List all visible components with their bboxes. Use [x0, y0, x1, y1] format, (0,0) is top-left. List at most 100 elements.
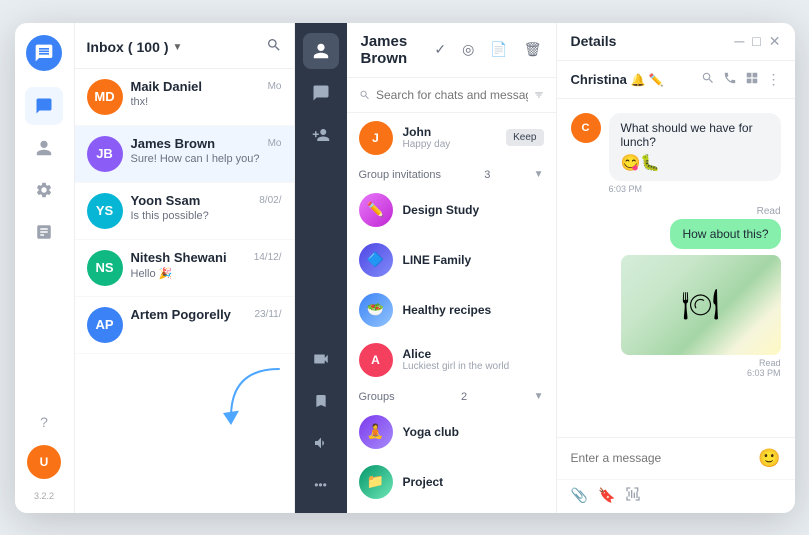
contact-name: Healthy recipes [403, 303, 544, 317]
message-bubble: What should we have for lunch? 😋🐛 [609, 113, 781, 181]
contact-project[interactable]: 📁 Project [347, 457, 556, 507]
avatar: 🔷 [359, 243, 393, 277]
avatar: AP [87, 307, 123, 343]
groups-section: Groups 2 ▼ [347, 385, 556, 407]
user-avatar[interactable]: U [27, 445, 61, 479]
chat-header: Christina 🔔 ✏️ [557, 61, 795, 99]
contact-name: LINE Family [403, 253, 544, 267]
contact-name: Yoga club [403, 425, 544, 439]
contacts-search-bar[interactable] [347, 78, 556, 113]
filter-icon [534, 89, 544, 101]
nav-chat-icon[interactable] [25, 87, 63, 125]
nav-stats-icon[interactable] [25, 213, 63, 251]
groups-chevron[interactable]: ▼ [534, 391, 544, 402]
cs-person-icon[interactable] [303, 33, 339, 69]
group-invitations-count: 3 [484, 169, 490, 181]
app-container: ? U 3.2.2 Inbox (100) ▼ MD Maik Daniel [15, 23, 795, 513]
message-outgoing: Read How about this? Read 6:03 PM [571, 206, 781, 378]
group-invitations-label: Group invitations [359, 169, 442, 181]
contact-line-family[interactable]: 🔷 LINE Family [347, 235, 556, 285]
details-header: Details ─ □ ✕ [557, 23, 795, 61]
keep-button[interactable]: Keep [506, 129, 543, 146]
contact-design-study[interactable]: ✏️ Design Study [347, 185, 556, 235]
avatar: 📁 [359, 465, 393, 499]
contacts-sidebar: ••• [295, 23, 347, 513]
bookmark-footer-icon[interactable]: 🔖 [598, 487, 615, 504]
inbox-search-button[interactable] [266, 37, 282, 58]
cs-add-person-icon[interactable] [303, 117, 339, 153]
cs-more-icon[interactable]: ••• [303, 467, 339, 503]
avatar: J [359, 121, 393, 155]
close-icon[interactable]: ✕ [769, 33, 781, 50]
conversation-james-brown[interactable]: JB James Brown Mo Sure! How can I help y… [75, 126, 294, 183]
contacts-search-input[interactable] [376, 88, 528, 102]
nav-settings-icon[interactable] [25, 171, 63, 209]
conv-name: Artem Pogorelly [131, 307, 231, 322]
conv-preview: Is this possible? [131, 210, 282, 222]
conv-preview: Sure! How can I help you? [131, 153, 282, 165]
inbox-header: Inbox (100) ▼ [75, 23, 294, 69]
nav-contacts-icon[interactable] [25, 129, 63, 167]
group-invitations-chevron[interactable]: ▼ [534, 169, 544, 180]
avatar: A [359, 343, 393, 377]
avatar: NS [87, 250, 123, 286]
james-brown-header: James Brown ✓ ◎ 📄 🗑 [347, 23, 556, 78]
inbox-title[interactable]: Inbox (100) ▼ [87, 39, 183, 55]
conv-name: Maik Daniel [131, 79, 203, 94]
nav-bar: ? U 3.2.2 [15, 23, 75, 513]
message-input[interactable] [571, 451, 751, 465]
contacts-panel: James Brown ✓ ◎ 📄 🗑 J John Happy day Kee… [347, 23, 557, 513]
contact-john[interactable]: J John Happy day Keep [347, 113, 556, 163]
avatar: JB [87, 136, 123, 172]
contact-yoga-club[interactable]: 🧘 Yoga club [347, 407, 556, 457]
cs-speaker-icon[interactable] [303, 425, 339, 461]
conv-name: Nitesh Shewani [131, 250, 227, 265]
contact-healthy-recipes[interactable]: 🥗 Healthy recipes [347, 285, 556, 335]
contact-name: Design Study [403, 203, 544, 217]
conversation-artem-pogorelly[interactable]: AP Artem Pogorelly 23/11/ [75, 297, 294, 354]
cs-video-icon[interactable] [303, 341, 339, 377]
expand-icon[interactable]: □ [752, 33, 760, 49]
avatar: ✏️ [359, 193, 393, 227]
conversation-yoon-ssam[interactable]: YS Yoon Ssam 8/02/ Is this possible? [75, 183, 294, 240]
conv-time: 14/12/ [254, 252, 282, 263]
checkmark-icon[interactable]: ✓ [434, 41, 446, 58]
layout-icon[interactable] [745, 71, 759, 88]
attachment-icon[interactable]: 📎 [571, 487, 588, 504]
minimize-icon[interactable]: ─ [734, 33, 744, 49]
phone-icon[interactable] [723, 71, 737, 88]
avatar: C [571, 113, 601, 143]
emoji-picker-icon[interactable]: 🙂 [758, 448, 780, 469]
nav-help-icon[interactable]: ? [25, 403, 63, 441]
avatar: 🧘 [359, 415, 393, 449]
contact-alice[interactable]: A Alice Luckiest girl in the world [347, 335, 556, 385]
cs-bookmark-icon[interactable] [303, 383, 339, 419]
james-brown-name: James Brown [361, 33, 419, 67]
conversation-nitesh-shewani[interactable]: NS Nitesh Shewani 14/12/ Hello 🎉 [75, 240, 294, 297]
chat-contact-name: Christina 🔔 ✏️ [571, 72, 693, 87]
circle-check-icon[interactable]: ◎ [462, 41, 474, 58]
trash-icon[interactable]: 🗑 [524, 41, 542, 58]
details-panel: Details ─ □ ✕ Christina 🔔 ✏️ [557, 23, 795, 513]
read-label: Read [757, 206, 781, 217]
groups-count: 2 [461, 391, 467, 403]
conv-preview: thx! [131, 96, 282, 108]
conv-time: Mo [268, 138, 282, 149]
screenshot-icon[interactable] [625, 486, 641, 505]
contact-sub: Luckiest girl in the world [403, 361, 544, 372]
details-title: Details [571, 33, 727, 49]
contact-sub: Happy day [403, 139, 497, 150]
contact-name: Alice [403, 347, 544, 361]
groups-label: Groups [359, 391, 395, 403]
chat-messages: C What should we have for lunch? 😋🐛 6:03… [557, 99, 795, 437]
conversation-maik-daniel[interactable]: MD Maik Daniel Mo thx! [75, 69, 294, 126]
more-menu-icon[interactable]: ⋮ [767, 71, 781, 88]
cs-chat-icon[interactable] [303, 75, 339, 111]
conv-name: James Brown [131, 136, 216, 151]
document-icon[interactable]: 📄 [490, 41, 507, 58]
search-chat-icon[interactable] [701, 71, 715, 88]
inbox-chevron-icon: ▼ [173, 42, 183, 53]
message-time: 6:03 PM [609, 184, 781, 194]
contact-name: Project [403, 475, 544, 489]
avatar: 🥗 [359, 293, 393, 327]
